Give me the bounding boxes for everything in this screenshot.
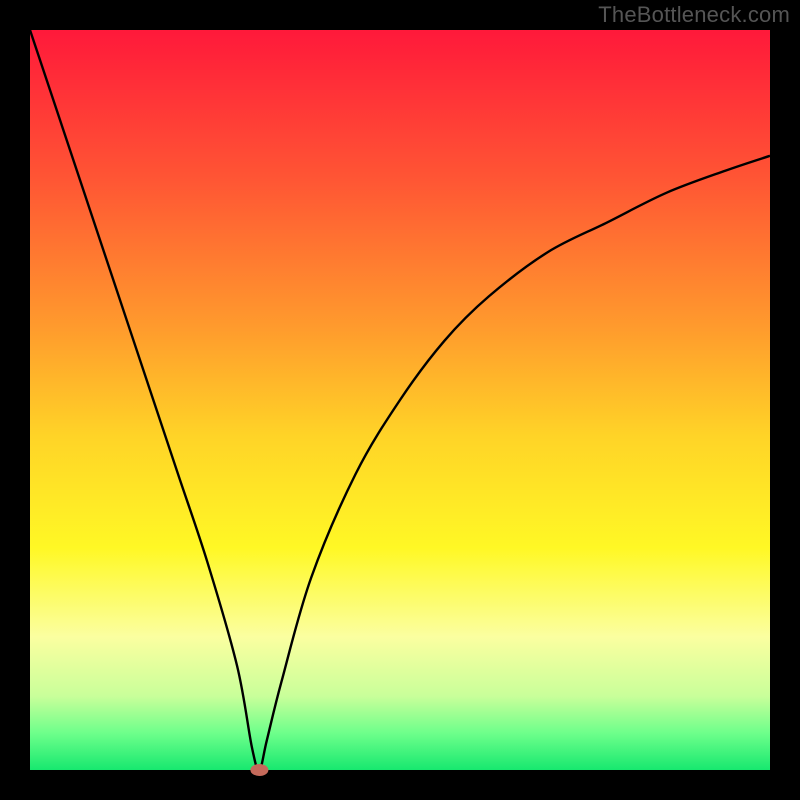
- bottleneck-chart: [0, 0, 800, 800]
- watermark-text: TheBottleneck.com: [598, 2, 790, 28]
- optimum-marker: [250, 764, 268, 776]
- chart-container: { "watermark": "TheBottleneck.com", "cha…: [0, 0, 800, 800]
